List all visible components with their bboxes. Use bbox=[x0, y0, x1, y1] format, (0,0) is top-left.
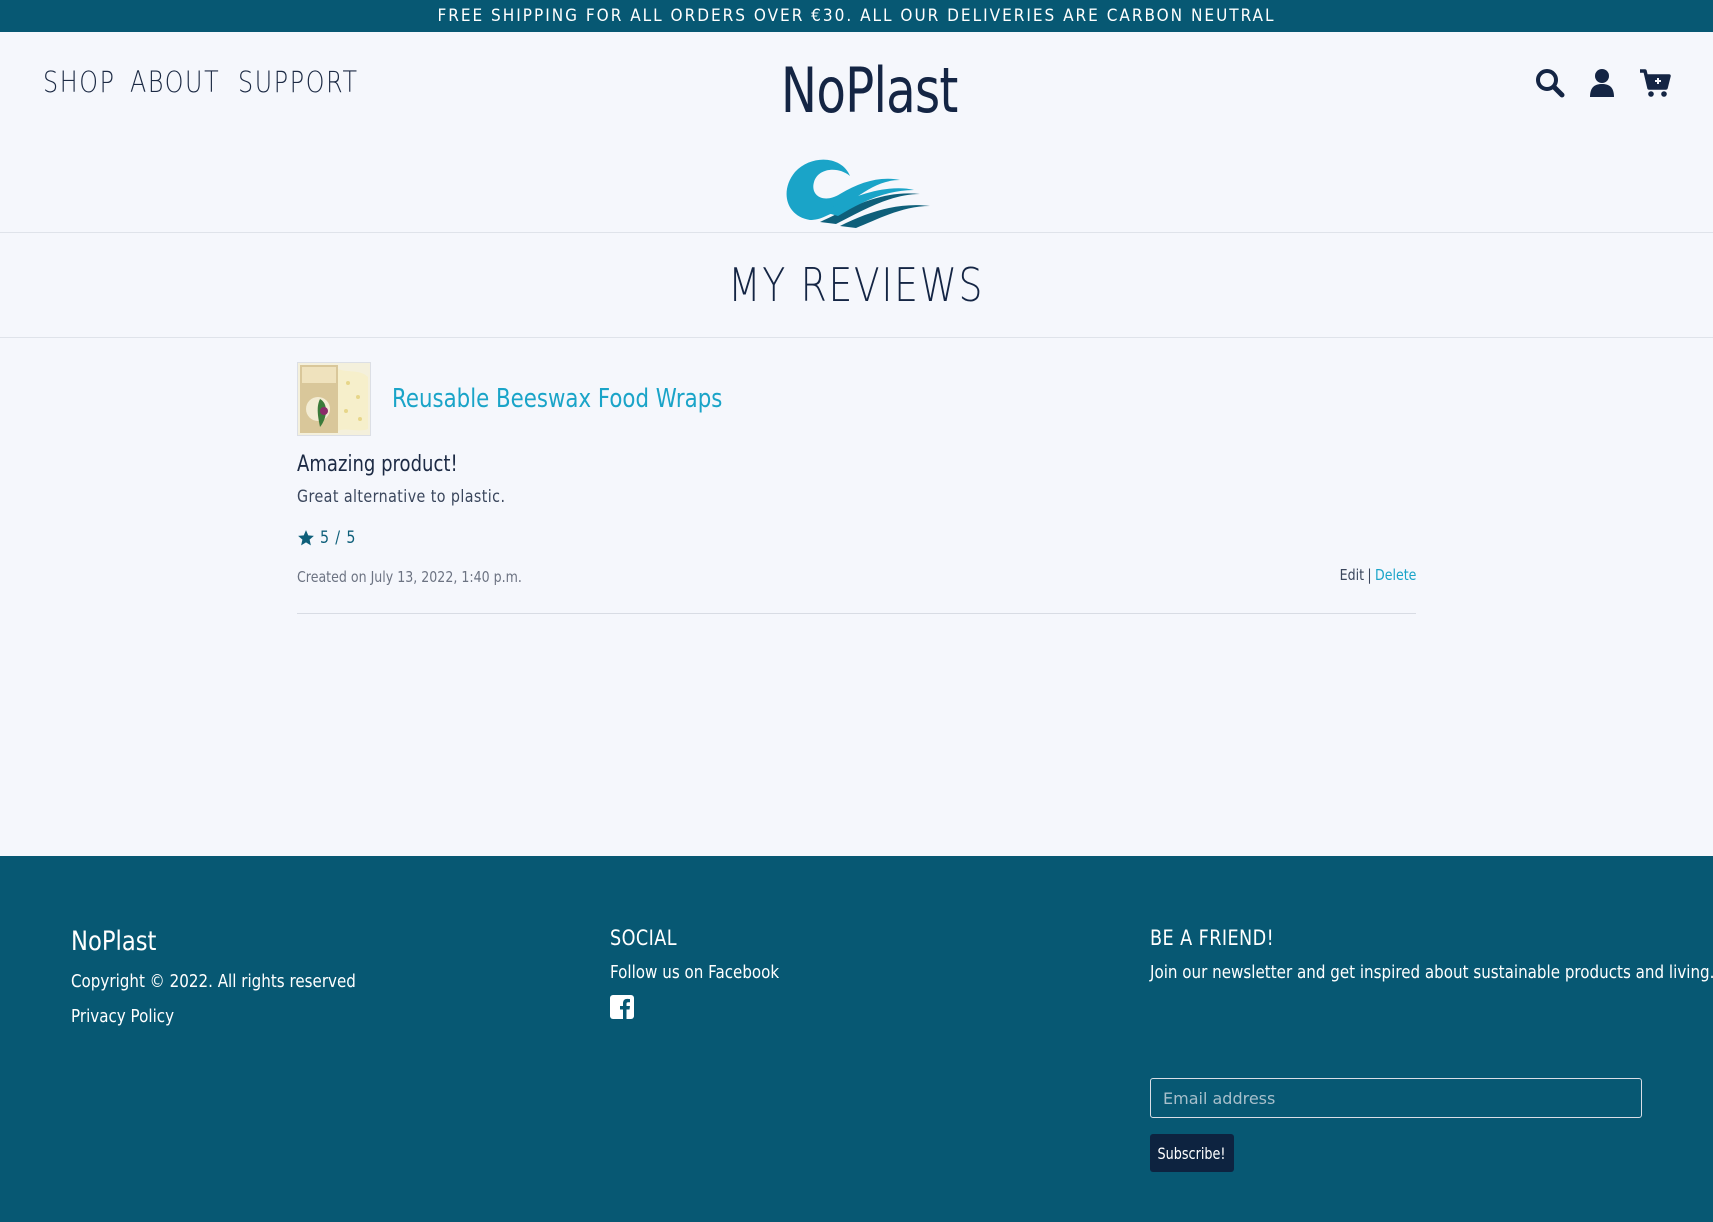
logo-text: NoPlast bbox=[780, 54, 958, 127]
nav-shop[interactable]: SHOP bbox=[43, 65, 116, 99]
facebook-icon[interactable] bbox=[610, 995, 634, 1024]
edit-review-link[interactable]: Edit bbox=[1339, 566, 1363, 584]
page-title-band: MY REVIEWS bbox=[0, 233, 1713, 338]
main-nav: SHOP ABOUT SUPPORT bbox=[43, 65, 385, 99]
announcement-bar: FREE SHIPPING FOR ALL ORDERS OVER €30. A… bbox=[0, 0, 1713, 32]
newsletter-text: Join our newsletter and get inspired abo… bbox=[1150, 962, 1713, 983]
announcement-text: FREE SHIPPING FOR ALL ORDERS OVER €30. A… bbox=[437, 6, 1276, 26]
review-title: Amazing product! bbox=[297, 452, 458, 477]
subscribe-label: Subscribe! bbox=[1157, 1143, 1227, 1163]
wave-logo-icon bbox=[786, 159, 930, 228]
site-header: SHOP ABOUT SUPPORT NoPlast bbox=[0, 32, 1713, 233]
social-heading: SOCIAL bbox=[610, 926, 678, 950]
footer-social-column: SOCIAL Follow us on Facebook bbox=[610, 926, 811, 1024]
review-item: Reusable Beeswax Food Wraps Amazing prod… bbox=[297, 362, 1416, 614]
product-image bbox=[298, 363, 370, 435]
product-link[interactable]: Reusable Beeswax Food Wraps bbox=[392, 384, 722, 414]
email-input[interactable] bbox=[1150, 1078, 1642, 1118]
review-rating: 5 / 5 bbox=[297, 528, 363, 548]
nav-support[interactable]: SUPPORT bbox=[238, 65, 359, 99]
footer-brand-column: NoPlast Copyright © 2022. All rights res… bbox=[71, 926, 410, 1027]
page-title: MY REVIEWS bbox=[728, 258, 985, 312]
review-actions: Edit | Delete bbox=[1339, 566, 1416, 584]
privacy-policy-link[interactable]: Privacy Policy bbox=[71, 1006, 174, 1027]
review-body: Great alternative to plastic. bbox=[297, 487, 506, 507]
site-footer: NoPlast Copyright © 2022. All rights res… bbox=[0, 856, 1713, 1222]
cart-icon[interactable] bbox=[1639, 68, 1671, 98]
user-icon[interactable] bbox=[1587, 68, 1617, 98]
logo[interactable]: NoPlast bbox=[756, 54, 958, 228]
footer-copyright: Copyright © 2022. All rights reserved bbox=[71, 971, 356, 992]
footer-brand: NoPlast bbox=[71, 926, 157, 957]
header-icons bbox=[1535, 68, 1671, 98]
nav-about[interactable]: ABOUT bbox=[130, 65, 220, 99]
footer-newsletter-column: BE A FRIEND! Join our newsletter and get… bbox=[1150, 926, 1713, 1172]
social-text: Follow us on Facebook bbox=[610, 962, 780, 983]
subscribe-button[interactable]: Subscribe! bbox=[1150, 1134, 1234, 1172]
product-thumbnail[interactable] bbox=[297, 362, 371, 436]
newsletter-heading: BE A FRIEND! bbox=[1150, 926, 1275, 950]
search-icon[interactable] bbox=[1535, 68, 1565, 98]
star-icon bbox=[298, 530, 314, 546]
action-separator: | bbox=[1366, 566, 1372, 584]
rating-value: 5 / 5 bbox=[320, 528, 357, 548]
review-created-date: Created on July 13, 2022, 1:40 p.m. bbox=[297, 568, 522, 586]
delete-review-link[interactable]: Delete bbox=[1375, 566, 1416, 584]
